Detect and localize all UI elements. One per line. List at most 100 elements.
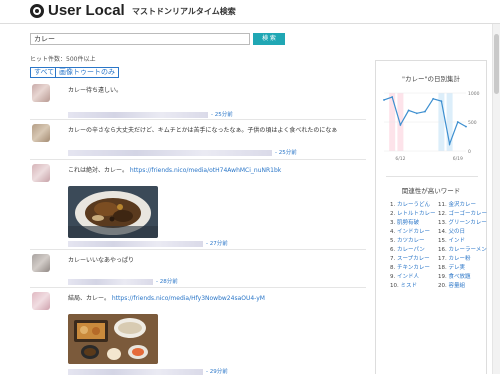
related-word-item[interactable]: 14. 父の日 <box>438 228 486 237</box>
rank-number: 8. <box>390 265 397 271</box>
related-word-item[interactable]: 13. グリーンカレー <box>438 219 487 228</box>
rank-number: 1. <box>390 202 397 208</box>
post-time[interactable]: - 27分前 <box>206 241 228 247</box>
related-word-item[interactable]: 12. ゴーゴーカレー <box>438 210 488 219</box>
avatar[interactable] <box>32 164 50 182</box>
related-word-link[interactable]: カレーうどん <box>397 202 430 208</box>
filter-images-tab[interactable]: 画像トゥートのみ <box>55 67 119 78</box>
data-point <box>432 97 435 100</box>
avatar[interactable] <box>32 124 50 142</box>
rank-number: 9. <box>390 274 397 280</box>
related-word-item[interactable]: 6. カレーパン <box>390 246 438 255</box>
post-body: これは絶対、カレー。 <box>68 167 128 174</box>
y-tick-label: 1000 <box>468 91 480 97</box>
post-image-lunch[interactable] <box>68 314 158 364</box>
data-point <box>383 99 385 101</box>
related-word-item[interactable]: 2. レトルトカレー <box>390 210 438 219</box>
rank-number: 14. <box>438 229 449 235</box>
avatar[interactable] <box>32 84 50 102</box>
search-input[interactable] <box>30 33 250 45</box>
related-word-item[interactable]: 4. インドカレー <box>390 228 438 237</box>
data-point <box>456 121 459 123</box>
related-word-link[interactable]: ゴーゴーカレー <box>449 211 488 217</box>
post-meta: - 27分前 <box>68 239 228 247</box>
logo-text[interactable]: User Local <box>48 2 125 19</box>
related-word-link[interactable]: インド <box>449 238 466 244</box>
post-text: 結局、カレー。 https://friends.nico/media/Hfy3N… <box>68 293 265 302</box>
related-word-link[interactable]: カレーラーメン <box>449 247 487 253</box>
related-word-link[interactable]: 容量組 <box>449 283 466 289</box>
post-item: 結局、カレー。 https://friends.nico/media/Hfy3N… <box>30 288 366 375</box>
avatar[interactable] <box>32 254 50 272</box>
data-point <box>415 112 418 115</box>
related-word-link[interactable]: 肌勢有破 <box>397 220 419 226</box>
rank-number: 3. <box>390 220 397 226</box>
hit-count: ヒット件数：500件以上 <box>30 56 96 63</box>
post-meta: - 28分前 <box>68 277 178 285</box>
rank-number: 18. <box>438 265 449 271</box>
post-image-curry[interactable] <box>68 186 158 238</box>
related-word-link[interactable]: レトルトカレー <box>397 211 436 217</box>
related-word-item[interactable]: 1. カレーうどん <box>390 201 438 210</box>
related-word-item[interactable]: 17. カレー粉 <box>438 255 486 264</box>
rank-number: 11. <box>438 202 449 208</box>
related-word-item[interactable]: 19. 食べ放題 <box>438 273 486 282</box>
related-word-item[interactable]: 10. ミスド <box>390 282 438 291</box>
site-subtitle: マストドンリアルタイム検索 <box>132 7 236 16</box>
related-word-item[interactable]: 15. インド <box>438 237 486 246</box>
post-item: これは絶対、カレー。 https://friends.nico/media/ot… <box>30 160 366 250</box>
userlocal-logo-icon[interactable] <box>30 4 44 18</box>
related-word-item[interactable]: 7. スープカレー <box>390 255 438 264</box>
related-word-link[interactable]: 食べ放題 <box>449 274 471 280</box>
related-word-link[interactable]: グリーンカレー <box>449 220 487 226</box>
post-time[interactable]: - 25分前 <box>275 150 297 156</box>
related-word-link[interactable]: スープカレー <box>397 256 430 262</box>
rank-number: 5. <box>390 238 397 244</box>
related-word-link[interactable]: カツカレー <box>397 238 425 244</box>
related-word-item[interactable]: 8. チキンカレー <box>390 264 438 273</box>
search-button[interactable]: 検 索 <box>253 33 285 45</box>
post-item: カレー待ち遠しい。 - 25分前 <box>30 80 366 120</box>
avatar[interactable] <box>32 292 50 310</box>
related-word-item[interactable]: 20. 容量組 <box>438 282 486 291</box>
related-word-link[interactable]: 金沢カレー <box>449 202 477 208</box>
related-word-link[interactable]: カレー粉 <box>449 256 471 262</box>
related-word-link[interactable]: 父の日 <box>449 229 466 235</box>
scrollbar[interactable] <box>492 24 500 374</box>
post-time[interactable]: - 28分前 <box>156 279 178 285</box>
x-tick-label: 6/19 <box>453 156 463 162</box>
scroll-thumb[interactable] <box>494 34 499 94</box>
rank-number: 7. <box>390 256 397 262</box>
related-word-link[interactable]: ミスド <box>401 283 418 289</box>
post-media-link[interactable]: https://friends.nico/media/Hfy3Nowbw24sa… <box>112 295 265 302</box>
post-item: カレーいいなあやっぱり - 28分前 <box>30 250 366 288</box>
related-word-link[interactable]: デレ実 <box>449 265 466 271</box>
rank-number: 2. <box>390 211 397 217</box>
post-text: カレーいいなあやっぱり <box>68 255 134 264</box>
related-words-left: 1. カレーうどん 2. レトルトカレー 3. 肌勢有破 4. インドカレー 5. カツ… <box>390 201 438 291</box>
related-word-item[interactable]: 11. 金沢カレー <box>438 201 486 210</box>
related-word-link[interactable]: チキンカレー <box>397 265 430 271</box>
post-meta: - 25分前 <box>68 148 297 156</box>
rank-number: 19. <box>438 274 449 280</box>
related-word-link[interactable]: インドカレー <box>397 229 430 235</box>
blurred-author <box>68 278 153 285</box>
post-item: カレーの辛さなら大丈夫だけど、キムチとかは苦手になったなぁ。子供の頃はよく食べれ… <box>30 120 366 160</box>
related-word-item[interactable]: 9. インド人 <box>390 273 438 282</box>
daily-count-chart: 1000 500 0 6/12 6/19 <box>383 91 480 162</box>
divider <box>386 176 478 177</box>
related-word-link[interactable]: カレーパン <box>397 247 425 253</box>
related-word-item[interactable]: 16. カレーラーメン <box>438 246 487 255</box>
related-word-link[interactable]: インド人 <box>397 274 419 280</box>
rank-number: 6. <box>390 247 397 253</box>
post-media-link[interactable]: https://friends.nico/media/otH74AwhMCi_n… <box>130 167 281 174</box>
blurred-author <box>68 111 208 118</box>
data-point <box>448 143 451 145</box>
post-body: カレーの辛さなら大丈夫だけど、キムチとかは苦手になったなぁ。子供の頃はよく食べれ… <box>68 127 338 134</box>
related-word-item[interactable]: 5. カツカレー <box>390 237 438 246</box>
related-word-item[interactable]: 3. 肌勢有破 <box>390 219 438 228</box>
post-time[interactable]: - 25分前 <box>211 112 233 118</box>
filter-all-tab[interactable]: すべて <box>30 67 59 78</box>
post-time[interactable]: - 29分前 <box>206 369 228 375</box>
related-word-item[interactable]: 18. デレ実 <box>438 264 486 273</box>
